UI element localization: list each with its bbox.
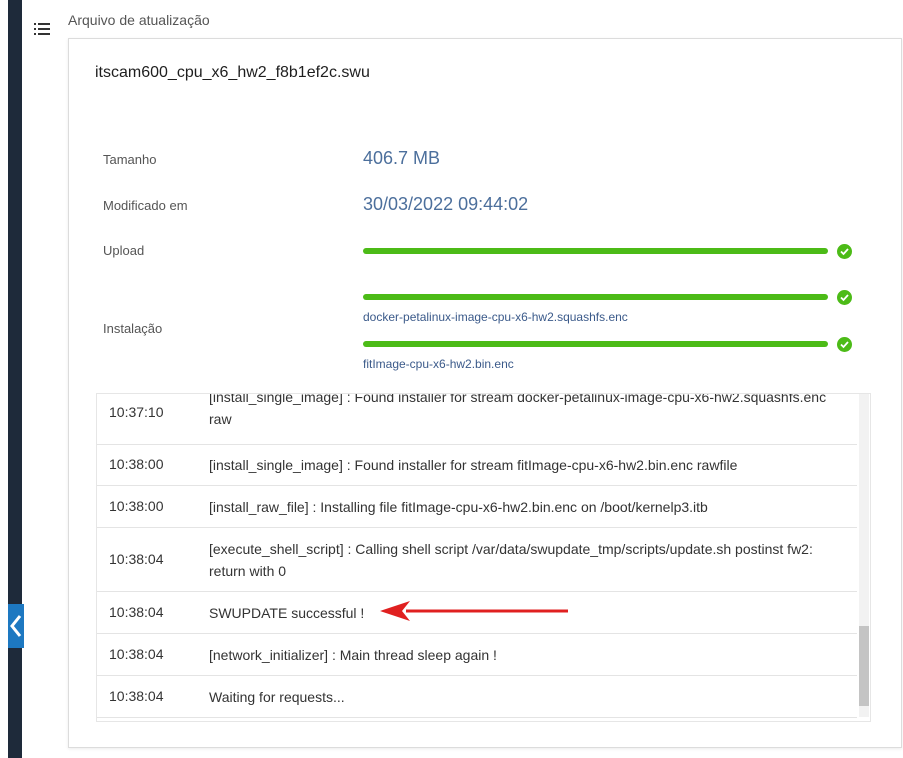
log-message: [network_initializer] : Main thread slee… xyxy=(209,647,497,663)
install-progress-bar xyxy=(363,341,828,347)
log-message: [execute_shell_script] : Calling shell s… xyxy=(209,541,813,579)
menu-list-icon[interactable] xyxy=(34,22,50,36)
collapse-chevron-icon xyxy=(10,615,22,637)
log-message: [install_raw_file] : Installing file fit… xyxy=(209,499,708,515)
install-file-link[interactable]: fitImage-cpu-x6-hw2.bin.enc xyxy=(363,357,514,371)
sidebar-collapse-button[interactable] xyxy=(8,604,24,648)
log-time: 10:38:04 xyxy=(109,551,164,567)
upload-progress-bar xyxy=(363,248,828,254)
modified-label: Modificado em xyxy=(103,198,188,213)
log-time: 10:38:00 xyxy=(109,498,164,514)
log-row: 10:38:00 [install_raw_file] : Installing… xyxy=(97,486,857,528)
log-row: 10:38:04 [network_initializer] : Main th… xyxy=(97,634,857,676)
log-time: 10:38:04 xyxy=(109,688,164,704)
check-circle-icon xyxy=(837,290,852,305)
log-time: 10:38:00 xyxy=(109,456,164,472)
log-row: 10:37:10 [install_single_image] : Found … xyxy=(97,393,857,445)
log-row: 10:38:00 [install_single_image] : Found … xyxy=(97,444,857,486)
log-panel[interactable]: 10:37:10 [install_single_image] : Found … xyxy=(96,393,871,722)
upload-label: Upload xyxy=(103,243,145,258)
log-message: [install_single_image] : Found installer… xyxy=(209,393,827,427)
log-row: 10:38:04 Waiting for requests... xyxy=(97,676,857,718)
log-row: 10:38:04 [execute_shell_script] : Callin… xyxy=(97,528,857,592)
modified-value: 30/03/2022 09:44:02 xyxy=(363,194,529,214)
section-title: Arquivo de atualização xyxy=(68,12,210,28)
check-circle-icon xyxy=(837,337,852,352)
log-time: 10:38:04 xyxy=(109,604,164,620)
size-label: Tamanho xyxy=(103,152,157,167)
log-scrollbar-thumb[interactable] xyxy=(859,626,869,706)
log-time: 10:38:04 xyxy=(109,646,164,662)
log-message: [install_single_image] : Found installer… xyxy=(209,457,738,473)
install-progress-bar xyxy=(363,294,828,300)
install-label: Instalação xyxy=(103,321,163,336)
annotation-arrow xyxy=(380,601,568,621)
size-value: 406.7 MB xyxy=(363,148,441,168)
log-message: Waiting for requests... xyxy=(209,689,345,705)
check-circle-icon xyxy=(837,244,852,259)
file-name: itscam600_cpu_x6_hw2_f8b1ef2c.swu xyxy=(95,64,370,81)
install-file-link[interactable]: docker-petalinux-image-cpu-x6-hw2.squash… xyxy=(363,310,628,324)
log-time: 10:37:10 xyxy=(109,404,164,420)
